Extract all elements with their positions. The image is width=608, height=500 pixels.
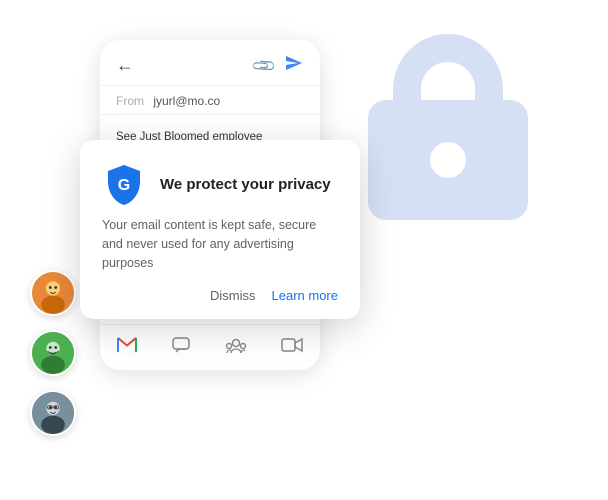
- header-left: ←: [116, 55, 142, 76]
- from-label: From: [116, 94, 144, 108]
- chat-nav-icon[interactable]: [171, 335, 191, 360]
- email-header: ← 📎: [100, 40, 320, 86]
- from-row: From jyurl@mo.co: [100, 86, 320, 115]
- attachment-icon: 📎: [250, 51, 278, 79]
- meet-nav-icon[interactable]: [281, 337, 303, 358]
- svg-text:G: G: [118, 177, 130, 194]
- google-shield-icon: G: [102, 162, 146, 206]
- scene: ← 📎 From jyurl@mo.co See Just Bloomed em…: [0, 0, 608, 500]
- avatar-2: [30, 330, 76, 376]
- popup-header: G We protect your privacy: [102, 162, 338, 206]
- popup-title: We protect your privacy: [160, 176, 331, 193]
- send-icon[interactable]: [284, 54, 304, 77]
- padlock-shackle: [393, 34, 503, 114]
- avatar-3: [30, 390, 76, 436]
- bottom-nav: [100, 324, 320, 370]
- gmail-nav-icon[interactable]: [117, 337, 137, 358]
- padlock-decoration: [348, 20, 548, 240]
- padlock-body: [368, 100, 528, 220]
- header-icons: 📎: [254, 54, 304, 77]
- back-button[interactable]: ←: [116, 55, 134, 76]
- popup-description: Your email content is kept safe, secure …: [102, 216, 338, 272]
- avatar-1: [30, 270, 76, 316]
- privacy-popup: G We protect your privacy Your email con…: [80, 140, 360, 319]
- avatars-list: [30, 270, 76, 436]
- padlock-keyhole: [430, 142, 466, 178]
- dismiss-button[interactable]: Dismiss: [210, 288, 256, 303]
- learn-more-button[interactable]: Learn more: [272, 288, 338, 303]
- from-email: jyurl@mo.co: [153, 94, 220, 108]
- popup-actions: Dismiss Learn more: [102, 288, 338, 303]
- spaces-nav-icon[interactable]: [225, 336, 247, 359]
